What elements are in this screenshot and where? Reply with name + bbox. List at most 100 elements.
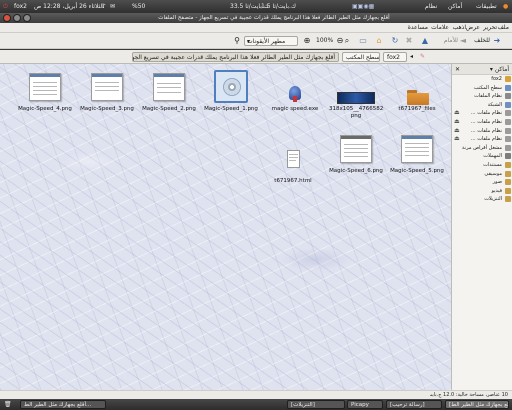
sidebar-item-label: فيديو bbox=[491, 187, 503, 194]
panel-menu-places[interactable]: أماكن bbox=[448, 0, 462, 13]
breadcrumb-scroll-left-icon[interactable]: ◂ bbox=[410, 52, 413, 62]
sidebar-item[interactable]: نظام ملفات ... ⏏ bbox=[452, 135, 512, 144]
file-item-magic-speed-1[interactable]: Magic-Speed_1.png bbox=[204, 70, 258, 113]
panel-clock[interactable]: الثلاثاء 26 أبريل، 12:28 ص bbox=[34, 0, 104, 13]
top-panel: fox2 ⏻ الثلاثاء 26 أبريل، 12:28 ص ♪ ✉ %5… bbox=[0, 0, 512, 13]
file-item-magic-speed-6[interactable]: Magic-Speed_6.png bbox=[329, 132, 383, 175]
computer-icon[interactable]: ▭ bbox=[358, 36, 368, 46]
file-name: t671967.html bbox=[274, 178, 312, 184]
file-view[interactable]: Magic-Speed_4.png Magic-Speed_3.png Magi… bbox=[0, 64, 451, 390]
sidebar-item-label: التنزيلات bbox=[484, 196, 502, 203]
trash-icon[interactable]: 🗑 bbox=[4, 400, 12, 409]
sidebar-item[interactable]: صور bbox=[452, 178, 512, 187]
reload-icon[interactable]: ↻ bbox=[390, 36, 400, 46]
file-item-magic-speed-2[interactable]: Magic-Speed_2.png bbox=[142, 70, 196, 113]
menu-view[interactable]: عرض bbox=[466, 23, 480, 33]
sidebar-item-label: نظام ملفات ... bbox=[470, 110, 502, 117]
mail-icon[interactable]: ✉ bbox=[110, 0, 115, 13]
eject-icon[interactable]: ⏏ bbox=[454, 127, 460, 136]
minimize-window-button[interactable] bbox=[23, 14, 31, 22]
sidebar-item[interactable]: نظام ملفات ... ⏏ bbox=[452, 118, 512, 127]
sidebar-item[interactable]: التنزيلات bbox=[452, 195, 512, 204]
file-name: 318x105__4766582 png bbox=[329, 106, 384, 119]
view-mode-select[interactable]: مطهر الأيقونات ▾ bbox=[244, 36, 298, 46]
place-icon bbox=[505, 76, 511, 82]
sidebar-item[interactable]: سطح المكتب bbox=[452, 84, 512, 93]
edit-location-icon[interactable]: ✎ bbox=[420, 52, 425, 62]
window-titlebar[interactable]: أقلع بجهازك مثل الطير الطائر فعلا هذا ال… bbox=[0, 13, 512, 23]
task-file-browser[interactable]: [أقلع بجهازك مثل الطير الط...] bbox=[445, 400, 509, 409]
volume-icon[interactable]: ♪ bbox=[102, 0, 106, 13]
close-window-button[interactable] bbox=[3, 14, 11, 22]
sidebar-header[interactable]: أماكن ▾ ✕ bbox=[452, 64, 512, 75]
file-name: Magic-Speed_5.png bbox=[390, 168, 444, 174]
sidebar-item-label: fox2 bbox=[491, 76, 502, 82]
file-item-magic-speed-4[interactable]: Magic-Speed_4.png bbox=[18, 70, 72, 113]
file-name: magic speed.exe bbox=[271, 106, 319, 112]
file-item-magic-speed-5[interactable]: Magic-Speed_5.png bbox=[390, 132, 444, 175]
eject-icon[interactable]: ⏏ bbox=[454, 118, 460, 127]
menu-help[interactable]: مساعدة bbox=[408, 23, 428, 33]
image-thumbnail bbox=[88, 70, 126, 104]
file-item-banner-png[interactable]: 318x105__4766582 png bbox=[329, 70, 383, 120]
breadcrumb-desktop[interactable]: سطح المكتب bbox=[342, 52, 380, 62]
sidebar-item-label: مشغل أقراص مرنة bbox=[462, 144, 502, 151]
sidebar-item[interactable]: موسيقى bbox=[452, 170, 512, 179]
panel-menu-system[interactable]: نظام bbox=[425, 0, 437, 13]
view-mode-value: مطهر الأيقونات bbox=[247, 38, 286, 45]
place-icon bbox=[505, 101, 511, 108]
menu-bookmarks[interactable]: علامات bbox=[431, 23, 449, 33]
toolbar: للخلف ➜ للأمام ◄ ▲ ✖ ↻ ⌂ ▭ ⌕ ⊖ 100% ⊕ مط… bbox=[0, 33, 512, 49]
forward-arrow-icon[interactable]: ◄ bbox=[458, 36, 468, 46]
place-icon bbox=[505, 144, 511, 151]
eject-icon[interactable]: ⏏ bbox=[454, 109, 460, 118]
sidebar-item[interactable]: fox2 bbox=[452, 75, 512, 84]
place-icon bbox=[505, 170, 511, 177]
window-title: أقلع بجهازك مثل الطير الطائر فعلا هذا ال… bbox=[158, 15, 390, 21]
place-icon bbox=[505, 118, 511, 125]
menu-file[interactable]: ملف bbox=[498, 23, 509, 33]
home-folder-icon[interactable]: ⌂ bbox=[374, 36, 384, 46]
back-arrow-icon[interactable]: ➜ bbox=[492, 36, 502, 46]
file-item-t671967-html[interactable]: t671967.html bbox=[266, 142, 320, 185]
sidebar-item[interactable]: نظام الملفات bbox=[452, 92, 512, 101]
ubuntu-logo-icon[interactable]: ● bbox=[503, 0, 508, 13]
place-icon bbox=[505, 93, 511, 100]
task-file-browser-copy[interactable]: أقلع بجهازك مثل الطير الط... bbox=[20, 400, 106, 409]
sidebar-item[interactable]: مشغل أقراص مرنة bbox=[452, 144, 512, 153]
panel-menu-applications[interactable]: تطبيقات bbox=[476, 0, 497, 13]
task-welcome-message[interactable]: [رسالة ترحيب] bbox=[386, 400, 442, 409]
search-files-icon[interactable]: ⚲ bbox=[232, 36, 242, 46]
task-downloads[interactable]: [التنزيلات] bbox=[287, 400, 345, 409]
breadcrumb-current[interactable]: أقلع بجهازك مثل الطير الطائر فعلا هذا ال… bbox=[132, 52, 339, 62]
zoom-out-icon[interactable]: ⊖ bbox=[335, 36, 345, 46]
breadcrumb-home[interactable]: fox2 bbox=[383, 52, 407, 62]
file-item-magic-speed-exe[interactable]: magic speed.exe bbox=[268, 70, 322, 113]
maximize-window-button[interactable] bbox=[13, 14, 21, 22]
sidebar-item[interactable]: الشبكة bbox=[452, 101, 512, 110]
menu-go[interactable]: اذهب bbox=[453, 23, 466, 33]
launcher-icons[interactable]: ▣▣◉▦ bbox=[352, 0, 374, 13]
place-icon bbox=[505, 187, 511, 194]
back-label[interactable]: للخلف bbox=[474, 36, 490, 46]
menu-edit[interactable]: تحرير bbox=[483, 23, 497, 33]
eject-icon[interactable]: ⏏ bbox=[454, 135, 460, 144]
sidebar-item[interactable]: فيديو bbox=[452, 187, 512, 196]
stop-icon[interactable]: ✖ bbox=[404, 36, 414, 46]
sidebar-item[interactable]: المهملات bbox=[452, 152, 512, 161]
sidebar-item[interactable]: نظام ملفات ... ⏏ bbox=[452, 109, 512, 118]
image-thumbnail bbox=[337, 70, 375, 104]
power-icon[interactable]: ⏻ bbox=[3, 0, 8, 13]
file-item-t671967-files[interactable]: t671967_files bbox=[390, 70, 444, 113]
task-picapy[interactable]: Picapy bbox=[347, 400, 383, 409]
panel-user[interactable]: fox2 bbox=[14, 0, 27, 13]
close-sidebar-icon[interactable]: ✕ bbox=[455, 64, 460, 75]
sidebar-item[interactable]: مستندات bbox=[452, 161, 512, 170]
sidebar-item[interactable]: نظام ملفات ... ⏏ bbox=[452, 127, 512, 136]
battery-level[interactable]: %50 bbox=[132, 0, 145, 13]
forward-label[interactable]: للأمام bbox=[444, 36, 458, 46]
file-item-magic-speed-3[interactable]: Magic-Speed_3.png bbox=[80, 70, 134, 113]
sidebar-item-label: سطح المكتب bbox=[473, 84, 502, 91]
zoom-in-icon[interactable]: ⊕ bbox=[302, 36, 312, 46]
up-arrow-icon[interactable]: ▲ bbox=[420, 36, 430, 46]
